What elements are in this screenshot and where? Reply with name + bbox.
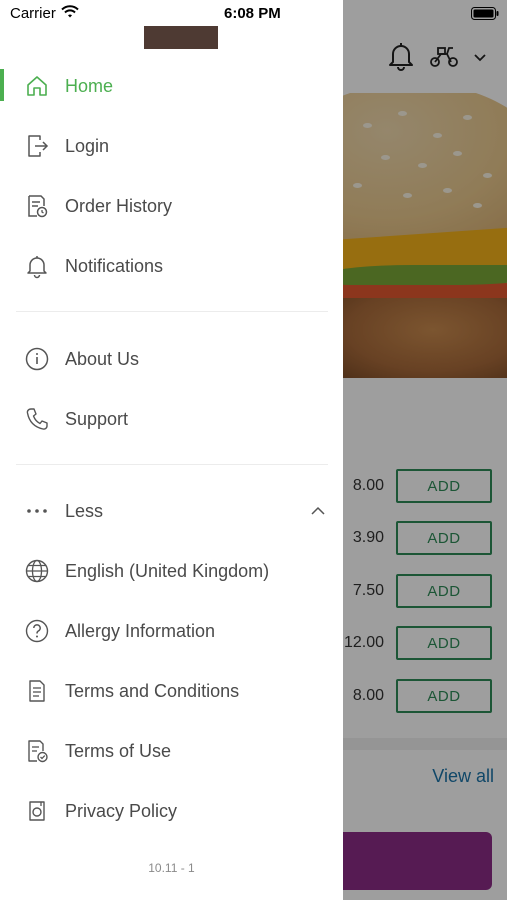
menu-item-label: Home: [65, 75, 114, 96]
menu-item-label: Terms of Use: [65, 740, 172, 761]
menu-item-notifications[interactable]: Notifications: [0, 241, 343, 291]
menu-item-label: English (United Kingdom): [65, 560, 270, 581]
menu-item-label: Privacy Policy: [65, 800, 178, 821]
add-button[interactable]: ADD: [396, 679, 492, 713]
menu-item-label: Allergy Information: [65, 620, 216, 641]
bell-icon[interactable]: [387, 40, 415, 77]
menu-item-language[interactable]: English (United Kingdom): [0, 546, 343, 596]
add-button[interactable]: ADD: [396, 626, 492, 660]
menu-item-label: Less: [65, 500, 104, 521]
product-row: 7.50 ADD: [343, 574, 507, 614]
globe-icon: [24, 558, 50, 584]
checkout-button[interactable]: [320, 832, 492, 890]
carrier-indicator: Carrier: [10, 5, 79, 22]
info-icon: [24, 346, 50, 372]
app-version: 10.11 - 1: [148, 861, 195, 875]
product-price: 12.00: [343, 634, 384, 651]
burger-hero-image: [343, 93, 507, 380]
phone-icon: [24, 406, 50, 432]
product-row: 8.00 ADD: [343, 679, 507, 719]
menu-item-support[interactable]: Support: [0, 394, 343, 444]
product-price: 8.00: [352, 477, 384, 494]
add-button[interactable]: ADD: [396, 521, 492, 555]
privacy-icon: [24, 798, 50, 824]
menu-divider: [16, 464, 328, 465]
document-check-icon: [24, 738, 50, 764]
menu-item-home[interactable]: Home: [0, 61, 343, 111]
order-history-icon: [24, 193, 50, 219]
menu-item-terms-and-conditions[interactable]: Terms and Conditions: [0, 666, 343, 716]
menu-item-privacy-policy[interactable]: Privacy Policy: [0, 786, 343, 836]
carrier-label: Carrier: [10, 5, 56, 22]
login-icon: [24, 133, 50, 159]
product-price: 7.50: [352, 582, 384, 599]
status-time: 6:08 PM: [224, 5, 281, 22]
menu-item-less[interactable]: Less: [0, 486, 343, 536]
menu-item-about-us[interactable]: About Us: [0, 334, 343, 384]
add-button[interactable]: ADD: [396, 469, 492, 503]
product-price: 8.00: [352, 687, 384, 704]
wifi-icon: [61, 5, 79, 22]
menu-item-label: Order History: [65, 195, 173, 216]
product-row: 3.90 ADD: [343, 521, 507, 561]
menu-item-order-history[interactable]: Order History: [0, 181, 343, 231]
chevron-down-icon[interactable]: [473, 50, 487, 68]
menu-item-terms-of-use[interactable]: Terms of Use: [0, 726, 343, 776]
ellipsis-icon: [24, 498, 50, 524]
menu-item-allergy-information[interactable]: Allergy Information: [0, 606, 343, 656]
navigation-drawer: Home Login Order History Notifications A…: [0, 0, 343, 900]
menu-item-label: Terms and Conditions: [65, 680, 240, 701]
menu-item-login[interactable]: Login: [0, 121, 343, 171]
add-button[interactable]: ADD: [396, 574, 492, 608]
menu-item-label: Support: [65, 408, 129, 429]
scooter-icon[interactable]: [429, 44, 459, 73]
menu-item-label: Notifications: [65, 255, 164, 276]
battery-icon: [471, 7, 499, 24]
restaurant-logo: [144, 26, 218, 49]
question-icon: [24, 618, 50, 644]
product-row: 8.00 ADD: [343, 469, 507, 509]
menu-item-label: Login: [65, 135, 110, 156]
home-icon: [24, 73, 50, 99]
product-price: 3.90: [352, 529, 384, 546]
menu-divider: [16, 311, 328, 312]
view-all-link[interactable]: View all: [432, 766, 494, 787]
menu-item-label: About Us: [65, 348, 140, 369]
status-bar: Carrier 6:08 PM: [0, 0, 507, 28]
chevron-up-icon: [308, 501, 328, 521]
header-icons: [387, 40, 487, 77]
section-divider: [343, 738, 507, 750]
bell-icon: [24, 253, 50, 279]
document-icon: [24, 678, 50, 704]
product-row: 12.00 ADD: [343, 626, 507, 666]
